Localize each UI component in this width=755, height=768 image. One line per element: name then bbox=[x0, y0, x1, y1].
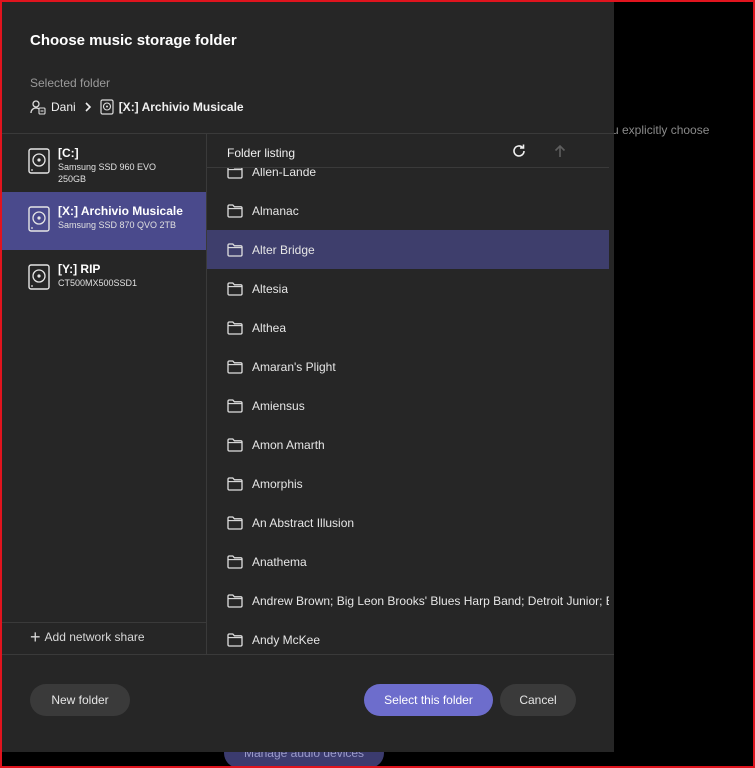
folder-icon bbox=[227, 437, 243, 452]
folder-row[interactable]: Andy McKee bbox=[207, 620, 609, 655]
folder-name: Amiensus bbox=[252, 398, 305, 413]
folder-icon bbox=[227, 242, 243, 257]
drive-item-x[interactable]: [X:] Archivio Musicale Samsung SSD 870 Q… bbox=[2, 192, 206, 250]
folder-icon bbox=[227, 281, 243, 296]
folder-row[interactable]: Andrew Brown; Big Leon Brooks' Blues Har… bbox=[207, 581, 609, 620]
folder-row[interactable]: An Abstract Illusion bbox=[207, 503, 609, 542]
drive-model: Samsung SSD 870 QVO 2TB bbox=[58, 220, 177, 230]
hard-drive-icon bbox=[28, 206, 50, 232]
breadcrumb: Dani [X:] Archivio Musicale bbox=[30, 98, 244, 116]
folder-row[interactable]: Altesia bbox=[207, 269, 609, 308]
background-hint-text: u explicitly choose bbox=[612, 123, 710, 137]
folder-icon bbox=[227, 359, 243, 374]
drive-item-y[interactable]: [Y:] RIP CT500MX500SSD1 bbox=[2, 250, 206, 308]
add-network-share-button[interactable]: + Add network share bbox=[30, 627, 145, 647]
folder-icon bbox=[227, 203, 243, 218]
folder-name: Amon Amarth bbox=[252, 437, 325, 452]
folder-icon bbox=[227, 632, 243, 647]
arrow-up-icon[interactable] bbox=[553, 143, 567, 159]
dialog-footer: New folder Select this folder Cancel bbox=[2, 654, 614, 752]
user-icon bbox=[30, 100, 46, 115]
folder-name: Althea bbox=[252, 320, 287, 335]
folder-row[interactable]: Amaran's Plight bbox=[207, 347, 609, 386]
folder-icon bbox=[227, 320, 243, 335]
folder-name: Alter Bridge bbox=[252, 242, 315, 257]
drive-name: [Y:] RIP bbox=[58, 262, 101, 276]
drive-list: [C:] Samsung SSD 960 EVO 250GB [X:] Arch… bbox=[2, 134, 206, 308]
folder-icon bbox=[227, 476, 243, 491]
folder-row[interactable]: Almanac bbox=[207, 191, 609, 230]
folder-name: Altesia bbox=[252, 281, 289, 296]
folder-name: Allen-Lande bbox=[252, 168, 317, 179]
breadcrumb-user-label: Dani bbox=[51, 100, 76, 114]
divider-add-network bbox=[2, 622, 206, 623]
folder-name: Amorphis bbox=[252, 476, 303, 491]
new-folder-button[interactable]: New folder bbox=[30, 684, 130, 716]
hard-drive-icon bbox=[28, 264, 50, 290]
drive-icon bbox=[100, 99, 114, 115]
drive-model: Samsung SSD 960 EVO 250GB bbox=[58, 162, 157, 184]
folder-icon bbox=[227, 515, 243, 530]
drive-model: CT500MX500SSD1 bbox=[58, 278, 138, 288]
folder-row[interactable]: Allen-Lande bbox=[207, 168, 609, 191]
folder-row[interactable]: Amon Amarth bbox=[207, 425, 609, 464]
folder-row[interactable]: Alter Bridge bbox=[207, 230, 609, 269]
drive-name: [C:] bbox=[58, 146, 79, 160]
breadcrumb-drive-label: [X:] Archivio Musicale bbox=[118, 100, 244, 114]
folder-name: Almanac bbox=[252, 203, 299, 218]
folder-chooser-dialog: Choose music storage folder Selected fol… bbox=[2, 2, 614, 752]
folder-row[interactable]: Althea bbox=[207, 308, 609, 347]
refresh-icon[interactable] bbox=[511, 143, 527, 159]
folder-name: Andy McKee bbox=[252, 632, 321, 647]
folder-name: Anathema bbox=[252, 554, 307, 569]
chevron-right-icon bbox=[84, 102, 92, 112]
drive-name: [X:] Archivio Musicale bbox=[58, 204, 183, 218]
folder-name: Andrew Brown; Big Leon Brooks' Blues Har… bbox=[252, 593, 609, 608]
breadcrumb-item-drive[interactable]: [X:] Archivio Musicale bbox=[100, 99, 244, 115]
breadcrumb-item-user[interactable]: Dani bbox=[30, 99, 76, 115]
folder-listing-label: Folder listing bbox=[227, 146, 296, 160]
add-network-share-label: Add network share bbox=[44, 630, 145, 644]
cancel-button[interactable]: Cancel bbox=[500, 684, 576, 716]
selected-folder-label: Selected folder bbox=[30, 76, 111, 90]
select-folder-button[interactable]: Select this folder bbox=[364, 684, 493, 716]
drive-item-c[interactable]: [C:] Samsung SSD 960 EVO 250GB bbox=[2, 134, 206, 192]
folder-icon bbox=[227, 554, 243, 569]
folder-row[interactable]: Amiensus bbox=[207, 386, 609, 425]
folder-list[interactable]: Allen-Lande Almanac Alter Bridge Altesia Alt… bbox=[207, 168, 609, 655]
folder-icon bbox=[227, 398, 243, 413]
folder-icon bbox=[227, 593, 243, 608]
hard-drive-icon bbox=[28, 148, 50, 174]
folder-row[interactable]: Amorphis bbox=[207, 464, 609, 503]
folder-row[interactable]: Anathema bbox=[207, 542, 609, 581]
folder-name: Amaran's Plight bbox=[252, 359, 336, 374]
dialog-title: Choose music storage folder bbox=[30, 32, 237, 49]
folder-name: An Abstract Illusion bbox=[252, 515, 355, 530]
folder-listing-header: Folder listing bbox=[207, 134, 609, 168]
plus-icon: + bbox=[30, 627, 41, 647]
folder-icon bbox=[227, 168, 243, 179]
